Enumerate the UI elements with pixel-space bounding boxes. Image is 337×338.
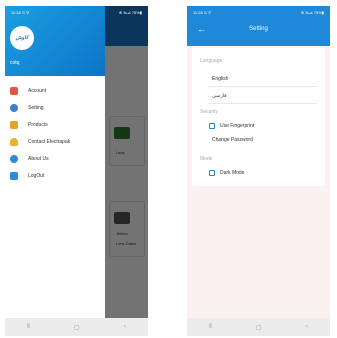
- drawer-item-label: Products: [28, 121, 48, 128]
- status-time: 11:28 ⊙ ⚲: [11, 9, 30, 15]
- fingerprint-checkbox[interactable]: [209, 123, 215, 129]
- status-bar: 11:28 ⊙ ⚲ ⊕ ‰⊿ 75%▮: [5, 6, 148, 18]
- page-title: Setting: [249, 26, 268, 32]
- home-button[interactable]: ▢: [74, 324, 80, 331]
- section-label-mode: Mode: [200, 156, 213, 162]
- system-nav-bar: ⦀ ▢ ‹: [5, 318, 148, 336]
- dark-mode-checkbox[interactable]: [209, 170, 215, 176]
- navigation-drawer: کاوش cotq Account Setting Products Conta…: [5, 6, 105, 336]
- status-indicators: ⊕ ‰⊿ 75%▮: [118, 9, 142, 15]
- dark-mode-label: Dark Mode: [220, 170, 245, 176]
- drawer-item-label: Contact Electrapak: [28, 138, 71, 145]
- drawer-item-logout[interactable]: LogOut: [5, 167, 105, 184]
- logout-icon: [10, 171, 18, 180]
- fingerprint-label: Use Fingerprint: [220, 123, 255, 129]
- divider: [208, 103, 317, 104]
- drawer-item-label: Setting: [28, 104, 44, 111]
- settings-card: Language English فارسی Security Use Fing…: [192, 48, 325, 186]
- drawer-username: cotq: [10, 60, 20, 66]
- language-option-english[interactable]: English: [212, 76, 228, 82]
- app-logo: کاوش: [10, 26, 34, 50]
- phone-screen-settings: 11:28 ⊙ ⚲ ⊕ ‰⊿ 75%▮ ← Setting Language E…: [187, 6, 330, 336]
- status-bar: 11:28 ⊙ ⚲ ⊕ ‰⊿ 75%▮: [187, 6, 330, 18]
- system-nav-bar: ⦀ ▢ ‹: [187, 318, 330, 336]
- drawer-item-label: Account: [28, 87, 47, 94]
- drawer-item-about[interactable]: About Us: [5, 150, 105, 167]
- drawer-item-label: About Us: [28, 155, 49, 162]
- info-icon: [10, 154, 18, 163]
- products-icon: [10, 120, 18, 129]
- section-label-language: Language: [200, 58, 223, 64]
- person-icon: [10, 86, 18, 95]
- app-logo-text: کاوش: [15, 35, 29, 41]
- drawer-item-account[interactable]: Account: [5, 82, 105, 99]
- drawer-menu: Account Setting Products Contact Electra…: [5, 82, 105, 184]
- change-password-link[interactable]: Change Password: [212, 137, 253, 143]
- phone-screen-drawer: Lens Jerkes Lens Dates 11:28 ⊙ ⚲ ⊕ ‰⊿ 75…: [5, 6, 148, 336]
- home-button[interactable]: ▢: [256, 324, 262, 331]
- drawer-item-products[interactable]: Products: [5, 116, 105, 133]
- drawer-item-contact[interactable]: Contact Electrapak: [5, 133, 105, 150]
- back-button[interactable]: ‹: [306, 324, 308, 330]
- drawer-item-label: LogOut: [28, 172, 45, 179]
- recent-apps-button[interactable]: ⦀: [209, 324, 212, 331]
- fingerprint-checkbox-row[interactable]: Use Fingerprint: [209, 123, 254, 129]
- settings-appbar: 11:28 ⊙ ⚲ ⊕ ‰⊿ 75%▮ ← Setting: [187, 6, 330, 46]
- status-time: 11:28 ⊙ ⚲: [193, 9, 212, 15]
- divider: [208, 86, 317, 87]
- heart-hand-icon: [10, 137, 18, 146]
- recent-apps-button[interactable]: ⦀: [27, 324, 30, 331]
- gear-icon: [10, 103, 18, 112]
- drawer-item-setting[interactable]: Setting: [5, 99, 105, 116]
- dark-mode-checkbox-row[interactable]: Dark Mode: [209, 170, 244, 176]
- section-label-security: Security: [200, 109, 219, 115]
- back-button[interactable]: ‹: [124, 324, 126, 330]
- language-option-persian[interactable]: فارسی: [212, 93, 227, 99]
- status-indicators: ⊕ ‰⊿ 75%▮: [300, 9, 324, 15]
